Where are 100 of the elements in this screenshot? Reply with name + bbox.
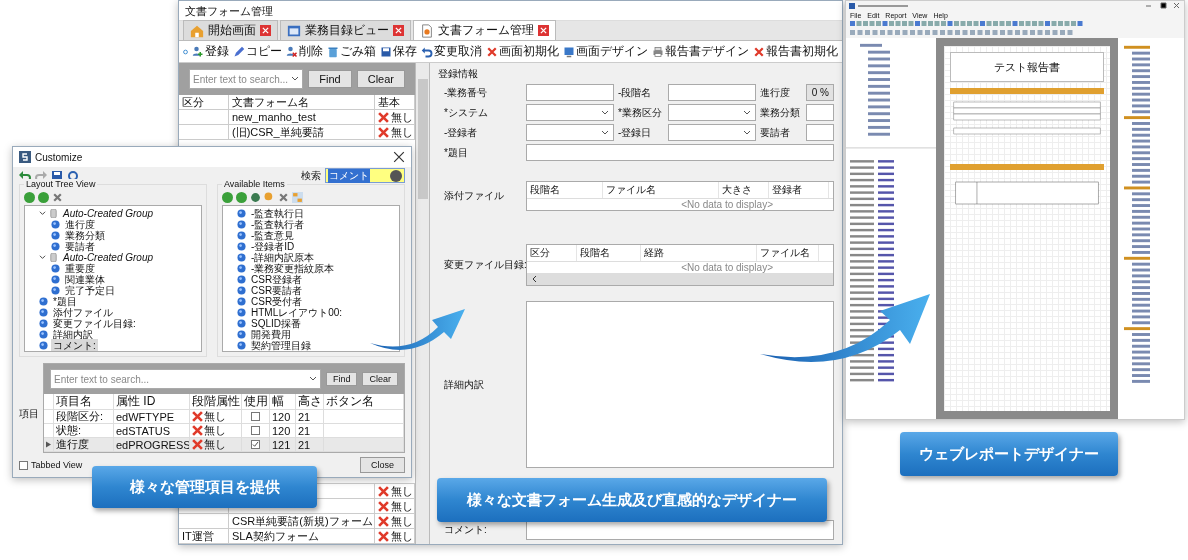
find-button[interactable]: Find — [325, 372, 358, 386]
search-field[interactable]: Enter text to search... — [189, 69, 304, 89]
tree-item[interactable]: Auto-Created Group — [61, 252, 156, 263]
clear-button[interactable]: Clear — [356, 70, 405, 88]
circle-icon[interactable] — [24, 191, 35, 203]
tab[interactable]: 文書フォーム管理 — [413, 20, 556, 40]
column-header[interactable]: 区分 — [527, 244, 577, 261]
circle-icon[interactable] — [38, 191, 49, 203]
toolbar-button[interactable]: コピー — [233, 43, 282, 60]
close-icon[interactable] — [393, 151, 405, 163]
clear-button[interactable]: Clear — [362, 372, 398, 386]
vertical-scrollbar[interactable] — [416, 63, 430, 544]
dropdown-field[interactable] — [526, 124, 614, 141]
column-header[interactable]: 段階名 — [577, 244, 641, 261]
column-header[interactable]: ボタン名 — [324, 394, 404, 409]
search-field[interactable]: コメント — [325, 168, 405, 183]
tree-item[interactable]: 重要度 — [63, 261, 97, 276]
column-header[interactable]: 属性 ID — [114, 394, 190, 409]
panel-title: Layout Tree View — [24, 179, 98, 189]
column-header[interactable]: ファイル名 — [757, 244, 819, 261]
toolbar-button[interactable]: 保存 — [380, 43, 417, 60]
text-area[interactable] — [526, 520, 834, 540]
close-button[interactable]: Close — [360, 457, 405, 473]
text-field[interactable] — [526, 144, 834, 161]
node-icon — [39, 330, 48, 339]
toolbar-button[interactable]: 画面デザイン — [563, 43, 648, 60]
data-grid[interactable]: 段階名 ファイル名 大きさ 登録者 <No data to display> — [526, 181, 834, 212]
refresh-icon[interactable] — [67, 169, 79, 182]
table-cell: 120 — [270, 410, 296, 423]
column-header[interactable]: 幅 — [270, 394, 296, 409]
column-header[interactable]: 段階属性 — [190, 394, 242, 409]
checkbox[interactable] — [251, 412, 260, 421]
node-icon — [51, 264, 60, 273]
checkbox[interactable] — [19, 460, 28, 470]
text-field[interactable] — [668, 84, 756, 101]
cross-icon[interactable] — [278, 191, 289, 203]
cross-icon — [378, 111, 389, 123]
table-cell: 120 — [270, 424, 296, 437]
node-icon — [237, 286, 246, 295]
toolbar-button[interactable]: 報告書デザイン — [652, 43, 749, 60]
caption-banner: 様々な文書フォーム生成及び直感的なデザイナー — [437, 478, 827, 522]
text-field[interactable] — [526, 84, 614, 101]
search-field[interactable]: Enter text to search... — [50, 369, 321, 389]
person-plus-icon — [192, 45, 204, 58]
circle-icon[interactable] — [236, 191, 247, 203]
field-label: 添付ファイル — [444, 189, 505, 204]
chevron-icon[interactable] — [39, 210, 46, 217]
checkbox[interactable] — [251, 440, 260, 449]
column-header[interactable]: 高さ — [296, 394, 324, 409]
column-header[interactable]: ファイル名 — [603, 182, 719, 199]
text-field[interactable] — [806, 124, 834, 141]
data-grid[interactable]: 区分 段階名 経路 ファイル名 <No data to display> — [526, 243, 834, 286]
column-header[interactable]: 項目名 — [54, 394, 114, 409]
node-icon — [237, 319, 246, 328]
side-label: 項目 — [19, 407, 39, 421]
column-header[interactable]: 大きさ — [719, 182, 769, 199]
tree-item[interactable]: コメント: — [51, 338, 98, 351]
horizontal-scrollbar[interactable] — [527, 272, 833, 285]
cross-icon — [192, 425, 203, 436]
progress-bar: 0 % — [806, 84, 834, 101]
column-header[interactable]: 基本 — [375, 95, 415, 109]
chevron-icon[interactable] — [531, 274, 537, 283]
find-button[interactable]: Find — [308, 70, 352, 88]
field-label: 進行度 — [760, 85, 791, 100]
field-label: *システム — [444, 105, 489, 120]
table-cell: CSR単純要請(新規)フォーム — [229, 514, 375, 528]
toolbar-button[interactable]: 報告書初期化 — [753, 43, 838, 60]
field-label: -登録日 — [618, 125, 653, 140]
group-title: 登録情報 — [438, 67, 479, 81]
undo-icon — [421, 45, 433, 58]
toolbar-button[interactable]: 削除 — [286, 43, 323, 60]
tree-item[interactable]: Auto-Created Group — [61, 208, 156, 219]
tree-icon[interactable] — [292, 191, 303, 203]
dropdown-field[interactable] — [526, 104, 614, 121]
column-header[interactable]: 区分 — [179, 95, 229, 109]
empty-message: <No data to display> — [681, 261, 773, 273]
dialog-title: Customize — [35, 151, 83, 163]
cross-icon[interactable] — [52, 191, 63, 203]
chevron-icon[interactable] — [39, 254, 46, 261]
tab[interactable]: 業務目録ビュー — [280, 20, 411, 40]
column-header[interactable]: 文書フォーム名 — [229, 95, 375, 109]
checkbox[interactable] — [251, 426, 260, 435]
dropdown-field[interactable] — [668, 104, 756, 121]
column-header[interactable]: 経路 — [641, 244, 757, 261]
column-header[interactable]: 使用 — [242, 394, 270, 409]
chevron-icon — [743, 128, 751, 137]
toolbar-button[interactable]: 画面初期化 — [486, 43, 559, 60]
text-area[interactable] — [526, 301, 834, 468]
dropdown-field[interactable] — [668, 124, 756, 141]
tab[interactable]: 開始画面 — [183, 20, 278, 40]
text-field[interactable] — [806, 104, 834, 121]
toolbar-button[interactable]: 登録 — [192, 43, 229, 60]
table-cell: 無し — [375, 484, 415, 498]
circle-icon[interactable] — [222, 191, 233, 203]
column-header[interactable]: 段階名 — [527, 182, 603, 199]
toolbar-button[interactable]: 変更取消 — [421, 43, 482, 60]
toolbar-button[interactable]: ごみ箱 — [327, 43, 376, 60]
table-cell: 進行度 — [54, 438, 114, 451]
table-cell: 無し — [375, 499, 415, 513]
column-header[interactable]: 登録者 — [769, 182, 829, 199]
